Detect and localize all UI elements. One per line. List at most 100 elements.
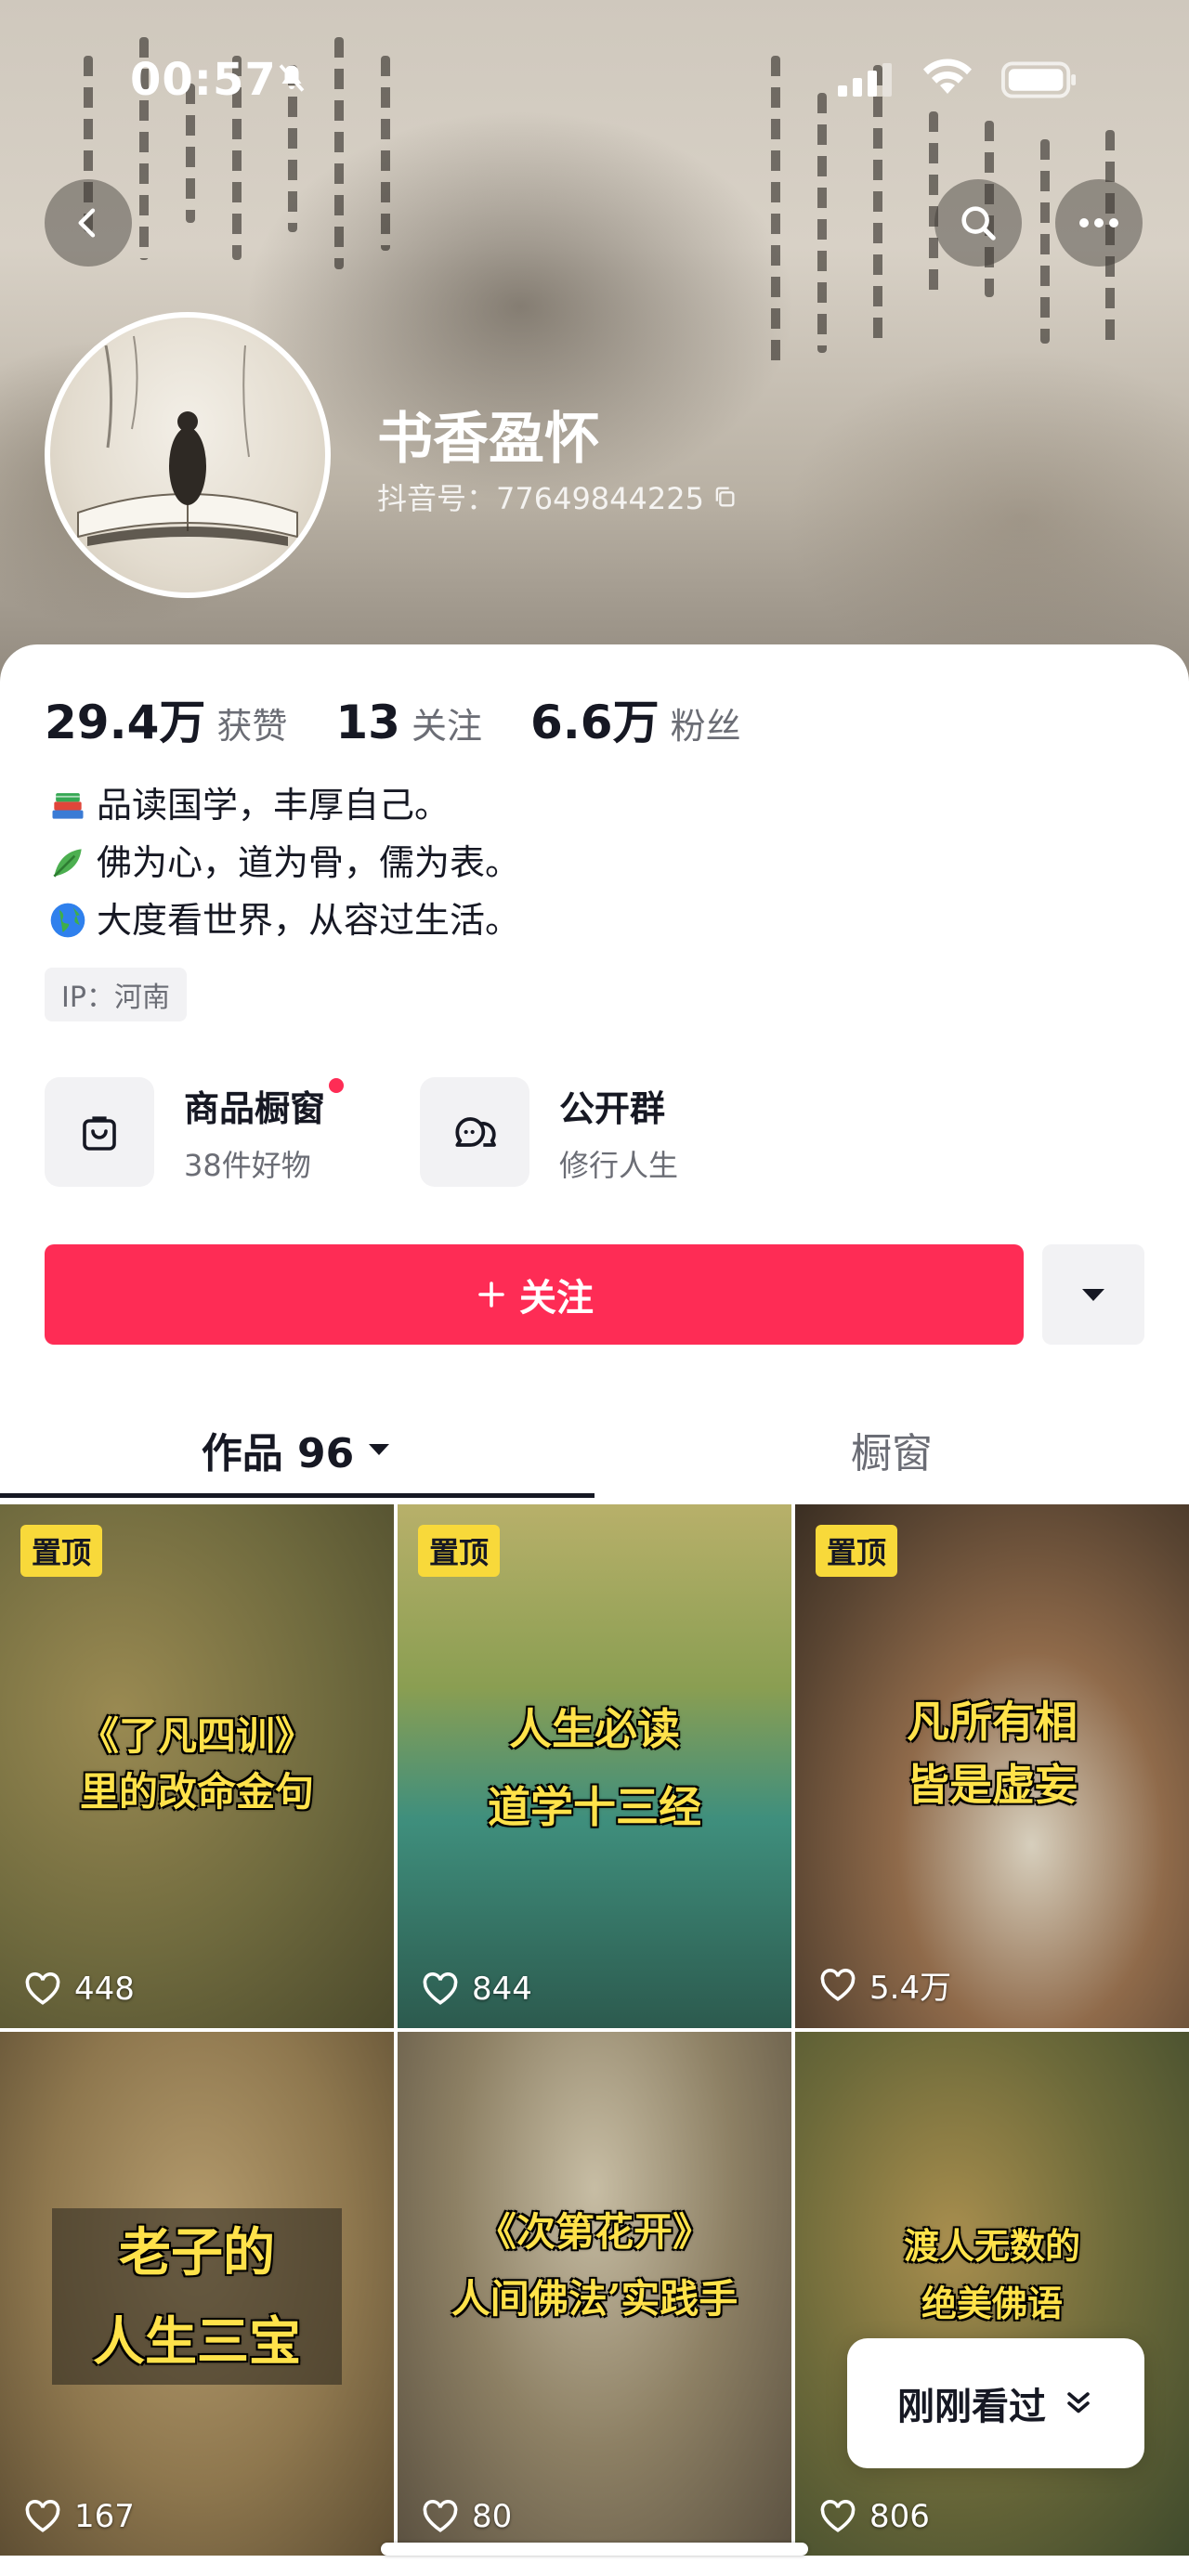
more-dots-icon [1079, 218, 1118, 228]
video-card[interactable]: 老子的 人生三宝 167 [0, 2032, 394, 2556]
video-likes: 167 [24, 2498, 135, 2535]
notification-dot [329, 1077, 345, 1093]
battery-icon [1001, 61, 1077, 98]
public-group-title: 公开群 [559, 1087, 666, 1129]
video-title-line: 人生三宝 [93, 2311, 301, 2373]
douyin-id-text: 抖音号：77649844225 [377, 481, 704, 516]
video-card[interactable]: 置顶 《了凡四训》 里的改命金句 448 [0, 1504, 394, 2028]
avatar-image [77, 335, 298, 546]
video-title-line: 老子的 [119, 2222, 275, 2283]
video-title-line: 皆是虚妄 [907, 1760, 1078, 1810]
active-tab-indicator [0, 1493, 594, 1498]
video-likes: 806 [819, 2498, 930, 2535]
following-count[interactable]: 13 [335, 696, 400, 749]
copy-icon[interactable] [712, 484, 738, 510]
shop-window-subtitle: 38件好物 [184, 1147, 311, 1183]
bio-text: 大度看世界，从容过生活。 [97, 900, 521, 941]
cellular-signal-icon [838, 63, 892, 97]
heart-icon [820, 2500, 856, 2532]
home-indicator[interactable] [381, 2543, 808, 2556]
search-button[interactable] [934, 179, 1022, 267]
video-title-line: 人间佛法’实践手 [451, 2276, 738, 2322]
video-card[interactable]: 渡人无数的 绝美佛语 806 [795, 2032, 1189, 2556]
shop-window-title: 商品橱窗 [184, 1077, 345, 1131]
public-group-entry[interactable]: 公开群 修行人生 [420, 1077, 678, 1187]
public-group-icon-box [420, 1077, 529, 1187]
shop-window-title-text: 商品橱窗 [184, 1087, 326, 1129]
video-title: 《次第花开》 人间佛法’实践手 [398, 2199, 791, 2333]
video-title: 《了凡四训》 里的改命金句 [0, 1709, 394, 1820]
pinned-badge: 置顶 [20, 1525, 103, 1577]
video-title-line: 里的改命金句 [79, 1769, 314, 1815]
follow-button[interactable]: 关注 [45, 1244, 1024, 1345]
likes-count[interactable]: 29.4万 [45, 685, 205, 752]
leaf-icon [45, 839, 91, 886]
video-card[interactable]: 置顶 人生必读 道学十三经 844 [398, 1504, 791, 2028]
video-like-count: 448 [74, 1971, 135, 2008]
recently-viewed-label: 刚刚看过 [897, 2386, 1046, 2428]
bio-line: 佛为心，道为骨，儒为表。 [45, 834, 520, 891]
video-like-count: 5.4万 [869, 1970, 952, 2007]
pinned-badge: 置顶 [816, 1525, 898, 1577]
video-title-line: 人生必读 [509, 1704, 680, 1754]
video-likes: 80 [422, 2498, 512, 2535]
tab-shop-window[interactable]: 橱窗 [594, 1399, 1189, 1501]
plus-icon [478, 1281, 504, 1308]
bio-text: 佛为心，道为骨，儒为表。 [97, 842, 521, 883]
video-title-line: 渡人无数的 [903, 2225, 1080, 2267]
shop-window-entry[interactable]: 商品橱窗 38件好物 [45, 1077, 345, 1187]
avatar[interactable] [45, 312, 331, 598]
video-likes: 844 [422, 1971, 532, 2008]
chat-bubbles-icon [455, 1117, 496, 1147]
chevron-left-icon [78, 208, 96, 238]
profile-nickname: 书香盈怀 [377, 407, 600, 472]
tab-works-label: 作品 96 [201, 1430, 355, 1477]
recommend-dropdown-button[interactable] [1042, 1244, 1144, 1345]
followers-label[interactable]: 粉丝 [671, 697, 741, 748]
content-tabs: 作品 96 橱窗 [0, 1399, 1189, 1501]
likes-label[interactable]: 获赞 [216, 697, 287, 748]
video-title: 渡人无数的 绝美佛语 [795, 2218, 1189, 2333]
video-like-count: 844 [472, 1971, 532, 2008]
bio-line: 品读国学，丰厚自己。 [45, 776, 520, 834]
search-icon [961, 206, 996, 241]
pinned-badge: 置顶 [418, 1525, 501, 1577]
bio-text: 品读国学，丰厚自己。 [97, 785, 451, 826]
status-time: 00:57 [130, 54, 277, 106]
following-label[interactable]: 关注 [412, 697, 482, 748]
video-title: 老子的 人生三宝 [0, 2208, 394, 2387]
tab-works[interactable]: 作品 96 [0, 1399, 594, 1501]
tab-shop-label: 橱窗 [851, 1430, 933, 1477]
profile-cover: 00:57 书香盈怀 抖音号：77649844225 [0, 0, 1189, 706]
caret-down-icon [1082, 1289, 1104, 1301]
video-card[interactable]: 《次第花开》 人间佛法’实践手 80 [398, 2032, 791, 2556]
heart-icon [423, 2500, 458, 2532]
heart-icon [25, 2500, 60, 2532]
video-card[interactable]: 置顶 凡所有相 皆是虚妄 5.4万 [795, 1504, 1189, 2028]
more-button[interactable] [1055, 179, 1143, 267]
video-title-line: 道学十三经 [488, 1782, 701, 1832]
video-title-line: 《次第花开》 [477, 2209, 712, 2255]
wifi-icon [923, 59, 972, 94]
video-title: 人生必读 道学十三经 [398, 1690, 791, 1846]
shop-window-icon-box [45, 1077, 154, 1187]
double-chevron-down-icon [1067, 2392, 1090, 2413]
public-group-subtitle: 修行人生 [559, 1147, 679, 1183]
video-like-count: 167 [74, 2498, 135, 2535]
status-bar: 00:57 [0, 0, 1189, 149]
heart-icon [820, 1968, 856, 2001]
video-title-line: 绝美佛语 [921, 2283, 1063, 2324]
recently-viewed-button[interactable]: 刚刚看过 [847, 2338, 1144, 2468]
video-likes: 448 [24, 1971, 135, 2008]
shop-window-text: 商品橱窗 38件好物 [184, 1077, 345, 1185]
profile-bio: 品读国学，丰厚自己。 佛为心，道为骨，儒为表。 大度看世界，从容过生活。 [45, 776, 520, 949]
public-group-text: 公开群 修行人生 [559, 1080, 678, 1185]
douyin-id[interactable]: 抖音号：77649844225 [377, 475, 738, 518]
profile-stats: 29.4万 获赞 13 关注 6.6万 粉丝 [45, 685, 790, 752]
heart-icon [423, 1972, 458, 2005]
back-button[interactable] [45, 179, 132, 267]
caret-down-icon [369, 1444, 390, 1455]
video-title-line: 凡所有相 [907, 1697, 1078, 1747]
followers-count[interactable]: 6.6万 [530, 685, 660, 752]
bell-muted-icon [279, 64, 305, 92]
